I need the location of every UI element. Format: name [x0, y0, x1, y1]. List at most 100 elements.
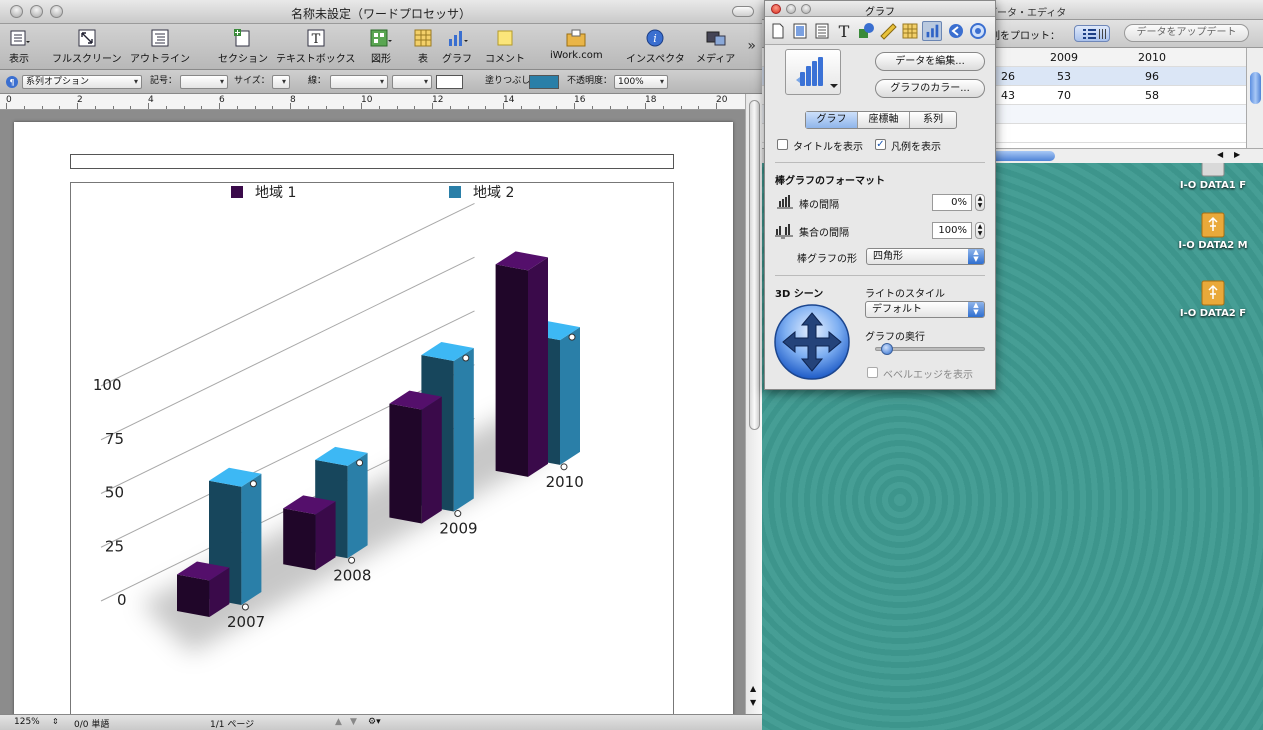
table-inspector-tab[interactable]: [900, 21, 920, 41]
toolbar-overflow-icon[interactable]: »: [747, 38, 756, 54]
light-style-select[interactable]: デフォルト ▲ ▼: [865, 301, 985, 318]
paragraph-icon[interactable]: ¶: [5, 75, 19, 89]
series-option-select[interactable]: 系列オプション: [22, 75, 142, 89]
text-inspector-tab[interactable]: T: [834, 21, 854, 41]
table-cell[interactable]: 43: [996, 89, 1020, 102]
ruler-tick: [680, 106, 682, 109]
bar-shape-select[interactable]: 四角形 ▲ ▼: [866, 248, 985, 265]
line-color-well[interactable]: [436, 75, 463, 89]
toolbar-comment-button[interactable]: コメント: [485, 28, 525, 65]
data-editor-vertical-scrollbar[interactable]: [1246, 48, 1263, 148]
opacity-select[interactable]: 100%: [614, 75, 668, 89]
update-data-button[interactable]: データをアップデート: [1124, 24, 1249, 42]
y-tick-label: 25: [105, 537, 124, 555]
chart-inspector-tab[interactable]: [922, 21, 942, 41]
document-titlebar[interactable]: 名称未設定（ワードプロセッサ）: [0, 0, 762, 24]
slider-knob[interactable]: [880, 343, 893, 355]
document-vertical-scrollbar[interactable]: ▲ ▼: [745, 94, 762, 714]
horizontal-ruler[interactable]: 0 2 4 6 8 10 12 14 16 18 20: [0, 94, 745, 110]
document-canvas[interactable]: 0 25 50 75 100 地域 1 地域 2 2007 2008 2009 2010: [0, 110, 745, 714]
fill-color-well[interactable]: [529, 75, 559, 89]
usb-drive-icon: [1201, 212, 1225, 238]
bar-gap-icon: [777, 195, 793, 212]
toolbar-label: 図形: [371, 54, 391, 65]
set-gap-field[interactable]: 100%: [932, 222, 972, 239]
toolbar-iwork-button[interactable]: iWork.com: [550, 28, 603, 61]
page[interactable]: 0 25 50 75 100 地域 1 地域 2 2007 2008 2009 2010: [14, 122, 733, 714]
line-width-select[interactable]: [392, 75, 432, 89]
zoom-stepper-icon[interactable]: ⇕: [52, 717, 59, 726]
textbox-icon: T: [307, 29, 325, 47]
rows-icon: [1083, 29, 1106, 39]
document-inspector-tab[interactable]: [768, 21, 788, 41]
table-cell[interactable]: 96: [1108, 70, 1196, 83]
toolbar-chart-button[interactable]: グラフ: [442, 28, 472, 65]
toolbar-inspector-button[interactable]: i インスペクタ: [626, 28, 685, 65]
scroll-up-arrow-icon[interactable]: ▲: [750, 684, 756, 693]
chart-object[interactable]: 0 25 50 75 100 地域 1 地域 2 2007 2008 2009 2010: [70, 182, 674, 714]
move-arrows-icon: [774, 304, 850, 380]
toolbar-textbox-button[interactable]: T テキストボックス: [276, 28, 355, 65]
toolbar-view-button[interactable]: 表示: [8, 28, 30, 65]
scroll-right-arrow-icon[interactable]: ▶: [1234, 150, 1240, 159]
bar-gap-stepper[interactable]: ▲ ▼: [975, 194, 985, 211]
3d-rotation-control[interactable]: [773, 303, 851, 384]
edit-data-button[interactable]: データを編集...: [875, 52, 985, 71]
plot-by-rows-button[interactable]: [1074, 25, 1110, 42]
header-box[interactable]: [70, 154, 674, 169]
table-cell[interactable]: 70: [1020, 89, 1108, 102]
bevel-edge-checkbox[interactable]: [867, 367, 878, 378]
table-cell[interactable]: 53: [1020, 70, 1108, 83]
set-gap-stepper[interactable]: ▲ ▼: [975, 222, 985, 239]
toolbar-toggle-button[interactable]: [732, 6, 754, 17]
selection-handle: [454, 510, 462, 518]
table-cell[interactable]: 26: [996, 70, 1020, 83]
ruler-tick: [272, 106, 274, 109]
next-page-icon[interactable]: ▼: [350, 717, 357, 727]
toolbar-section-button[interactable]: セクション: [218, 28, 268, 65]
3d-scene-heading: 3D シーン: [775, 289, 824, 300]
table-cell[interactable]: 58: [1108, 89, 1196, 102]
quicktime-inspector-tab[interactable]: [968, 21, 988, 41]
desktop-icon-drive-3[interactable]: I-O DATA2 F: [1168, 278, 1258, 319]
show-title-checkbox[interactable]: [777, 139, 788, 150]
toolbar-media-button[interactable]: メディア: [696, 28, 735, 65]
selection-handle: [356, 459, 364, 467]
toolbar-shapes-button[interactable]: 図形: [370, 28, 392, 65]
wrap-inspector-tab[interactable]: [812, 21, 832, 41]
bar-side: [453, 348, 474, 512]
show-legend-checkbox[interactable]: ✓: [875, 139, 886, 150]
chart-type-picker[interactable]: [785, 49, 841, 95]
bar-chart-3d[interactable]: 0 25 50 75 100 地域 1 地域 2 2007 2008 2009 2010: [71, 183, 675, 714]
ruler-tick: [59, 106, 61, 109]
chart-colors-button[interactable]: グラフのカラー...: [875, 79, 985, 98]
symbol-select[interactable]: [180, 75, 228, 89]
previous-page-icon[interactable]: ▲: [335, 717, 342, 727]
scroll-thumb[interactable]: [1250, 72, 1261, 104]
format-bar: ¶ 系列オプション 記号： サイズ： 線： 塗りつぶし： 不透明度： 100%: [0, 70, 762, 94]
metrics-inspector-tab[interactable]: [878, 21, 898, 41]
tab-series[interactable]: 系列: [910, 112, 956, 128]
tab-axis[interactable]: 座標軸: [858, 112, 910, 128]
bar-gap-field[interactable]: 0%: [932, 194, 972, 211]
inspector-titlebar[interactable]: グラフ: [765, 1, 995, 18]
graphic-inspector-tab[interactable]: [856, 21, 876, 41]
tab-chart[interactable]: グラフ: [806, 112, 858, 128]
layout-inspector-tab[interactable]: [790, 21, 810, 41]
scroll-down-arrow-icon[interactable]: ▼: [750, 698, 756, 707]
toolbar-outline-button[interactable]: アウトライン: [130, 28, 190, 65]
hyperlink-inspector-tab[interactable]: [946, 21, 966, 41]
size-field[interactable]: [272, 75, 290, 89]
scroll-left-arrow-icon[interactable]: ◀: [1217, 150, 1223, 159]
line-style-select[interactable]: [330, 75, 388, 89]
gear-icon[interactable]: ⚙▾: [368, 717, 381, 727]
ruler-tick: [396, 106, 398, 109]
desktop-icon-drive-2[interactable]: I-O DATA2 M: [1168, 210, 1258, 251]
toolbar-label: グラフ: [442, 54, 472, 65]
zoom-select[interactable]: 125%: [14, 717, 40, 727]
bar-format-heading: 棒グラフのフォーマット: [775, 176, 885, 187]
toolbar-fullscreen-button[interactable]: フルスクリーン: [52, 28, 122, 65]
toolbar-table-button[interactable]: 表: [412, 28, 434, 65]
depth-slider[interactable]: [875, 343, 985, 355]
scroll-thumb[interactable]: [749, 100, 760, 430]
